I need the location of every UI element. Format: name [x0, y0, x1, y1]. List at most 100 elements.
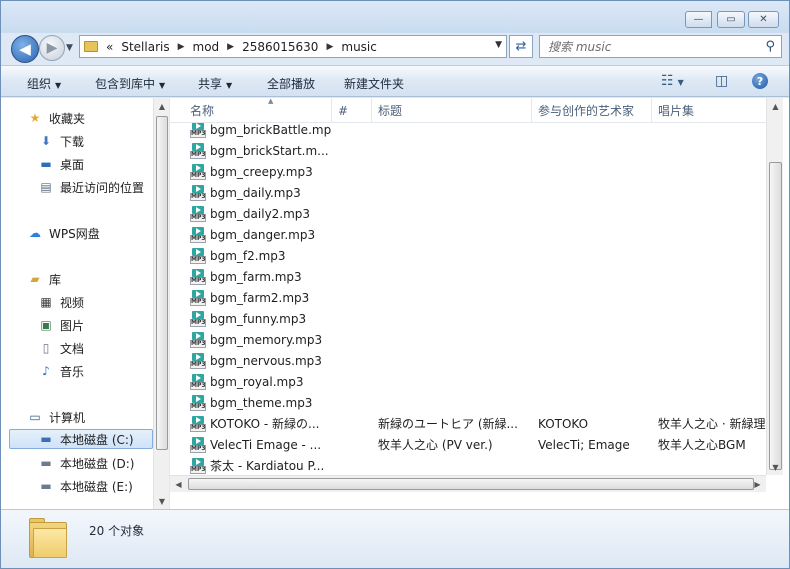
search-icon[interactable]: ⚲ [765, 39, 775, 54]
cell-title [378, 455, 528, 476]
nav-drive-d[interactable]: ▬ 本地磁盘 (D:) [38, 453, 134, 473]
cell-album [658, 203, 766, 224]
file-row[interactable]: MP3 bgm_funny.mp3 [170, 308, 766, 329]
file-row[interactable]: MP3 bgm_farm2.mp3 [170, 287, 766, 308]
scroll-up-icon[interactable]: ▲ [154, 98, 170, 114]
file-row[interactable]: MP3 茶太 - Kardiatou P... [170, 455, 766, 476]
share-label: 共享 [198, 77, 223, 91]
nav-desktop[interactable]: ▬ 桌面 [38, 154, 84, 174]
scroll-right-icon[interactable]: ▶ [749, 476, 766, 493]
nav-favorites[interactable]: ★ 收藏夹 [27, 108, 85, 128]
close-button[interactable]: ✕ [748, 11, 779, 28]
file-row[interactable]: MP3 bgm_brickBattle.mp3 [170, 123, 766, 140]
file-row[interactable]: MP3 bgm_royal.mp3 [170, 371, 766, 392]
cloud-icon: ☁ [29, 226, 41, 240]
refresh-button[interactable]: ⇄ [509, 35, 533, 58]
nav-pictures[interactable]: ▣ 图片 [38, 315, 84, 335]
address-bar[interactable]: « Stellaris ▶ mod ▶ 2586015630 ▶ music ▼ [79, 35, 507, 58]
scrollbar-thumb[interactable] [769, 162, 782, 470]
drive-icon: ▬ [40, 456, 52, 470]
cell-name: MP3 bgm_funny.mp3 [190, 308, 332, 329]
play-all-button[interactable]: 全部播放 [267, 75, 315, 92]
file-row[interactable]: MP3 bgm_danger.mp3 [170, 224, 766, 245]
nav-wps-label: WPS网盘 [49, 226, 100, 241]
nav-downloads[interactable]: ⬇ 下载 [38, 131, 84, 151]
address-dropdown-icon[interactable]: ▼ [495, 40, 502, 50]
organize-menu[interactable]: 组织 ▼ [27, 75, 61, 92]
breadcrumb-2586015630[interactable]: 2586015630 [242, 40, 318, 54]
cell-title [378, 123, 528, 140]
preview-pane-button[interactable]: ◫ [715, 73, 728, 89]
nav-videos[interactable]: ▦ 视频 [38, 292, 84, 312]
nav-downloads-label: 下载 [60, 134, 85, 149]
share-menu[interactable]: 共享 ▼ [198, 75, 232, 92]
search-input[interactable]: 搜索 music ⚲ [539, 35, 782, 58]
breadcrumb-separator-icon[interactable]: ▶ [178, 42, 185, 52]
breadcrumb-music[interactable]: music [341, 40, 376, 54]
nav-music-label: 音乐 [60, 364, 85, 379]
file-row[interactable]: MP3 bgm_brickStart.m... [170, 140, 766, 161]
cell-artists [538, 329, 648, 350]
breadcrumb-stellaris[interactable]: Stellaris [121, 40, 169, 54]
mp3-file-icon: MP3 [190, 415, 206, 432]
nav-drive-e[interactable]: ▬ 本地磁盘 (E:) [38, 476, 132, 496]
file-list-scrollbar[interactable]: ▲ ▼ [766, 98, 783, 475]
cell-number [338, 413, 372, 434]
cell-artists [538, 455, 648, 476]
column-number[interactable]: # [332, 98, 372, 123]
arrow-left-icon: ◀ [19, 40, 31, 58]
cell-artists [538, 123, 648, 140]
nav-drive-c[interactable]: ▬ 本地磁盘 (C:) [9, 429, 153, 449]
recent-pages-dropdown[interactable]: ▼ [66, 43, 78, 55]
file-row[interactable]: MP3 bgm_memory.mp3 [170, 329, 766, 350]
forward-button[interactable]: ▶ [39, 35, 65, 61]
search-placeholder: 搜索 music [548, 40, 612, 54]
column-artists[interactable]: 参与创作的艺术家 [532, 98, 652, 123]
breadcrumb-separator-icon[interactable]: ▶ [227, 42, 234, 52]
breadcrumb-separator-icon[interactable]: ▶ [326, 42, 333, 52]
drive-icon: ▬ [40, 479, 52, 493]
navigation-scrollbar[interactable]: ▲ ▼ [153, 98, 169, 509]
scrollbar-thumb[interactable] [156, 116, 168, 450]
cell-artists [538, 224, 648, 245]
scroll-down-icon[interactable]: ▼ [154, 493, 170, 509]
breadcrumb-overflow[interactable]: « [106, 40, 113, 54]
recent-places-icon: ▤ [40, 180, 52, 194]
scroll-left-icon[interactable]: ◀ [170, 476, 187, 493]
scroll-down-icon[interactable]: ▼ [767, 459, 784, 475]
view-options-button[interactable]: ☷ ▼ [661, 73, 684, 89]
nav-recent-places[interactable]: ▤ 最近访问的位置 [38, 177, 144, 197]
horizontal-scrollbar[interactable]: ◀ ▶ [170, 475, 766, 492]
maximize-button[interactable]: ▭ [717, 11, 745, 28]
file-row[interactable]: MP3 bgm_daily.mp3 [170, 182, 766, 203]
file-row[interactable]: MP3 VelecTi Emage - ... 牧羊人之心 (PV ver.) Vel… [170, 434, 766, 455]
back-button[interactable]: ◀ [11, 35, 39, 63]
file-row[interactable]: MP3 bgm_daily2.mp3 [170, 203, 766, 224]
file-row[interactable]: MP3 bgm_creepy.mp3 [170, 161, 766, 182]
view-list-icon: ☷ [661, 73, 674, 89]
breadcrumb-mod[interactable]: mod [193, 40, 220, 54]
include-in-library-menu[interactable]: 包含到库中 ▼ [95, 75, 165, 92]
nav-documents[interactable]: ▯ 文档 [38, 338, 84, 358]
nav-computer[interactable]: ▭ 计算机 [27, 407, 85, 427]
nav-music[interactable]: ♪ 音乐 [38, 361, 84, 381]
hscrollbar-thumb[interactable] [188, 478, 754, 490]
column-name[interactable]: 名称 ▲ [184, 98, 332, 123]
file-row[interactable]: MP3 bgm_farm.mp3 [170, 266, 766, 287]
column-title[interactable]: 标题 [372, 98, 532, 123]
file-row[interactable]: MP3 bgm_f2.mp3 [170, 245, 766, 266]
scroll-up-icon[interactable]: ▲ [767, 98, 784, 114]
minimize-button[interactable]: — [685, 11, 712, 28]
file-row[interactable]: MP3 bgm_nervous.mp3 [170, 350, 766, 371]
cell-album [658, 140, 766, 161]
help-button[interactable]: ? [752, 73, 768, 89]
new-folder-button[interactable]: 新建文件夹 [344, 75, 404, 92]
file-row[interactable]: MP3 KOTOKO - 新緑の... 新緑のユートヒア (新緑... KOTOKO 牧… [170, 413, 766, 434]
nav-libraries[interactable]: ▰ 库 [27, 269, 61, 289]
file-row[interactable]: MP3 bgm_theme.mp3 [170, 392, 766, 413]
system-drive-icon: ▬ [40, 432, 52, 446]
nav-wps-drive[interactable]: ☁ WPS网盘 [27, 223, 100, 243]
cell-album [658, 392, 766, 413]
column-album[interactable]: 唱片集 [652, 98, 766, 123]
preview-pane-icon: ◫ [715, 73, 729, 89]
